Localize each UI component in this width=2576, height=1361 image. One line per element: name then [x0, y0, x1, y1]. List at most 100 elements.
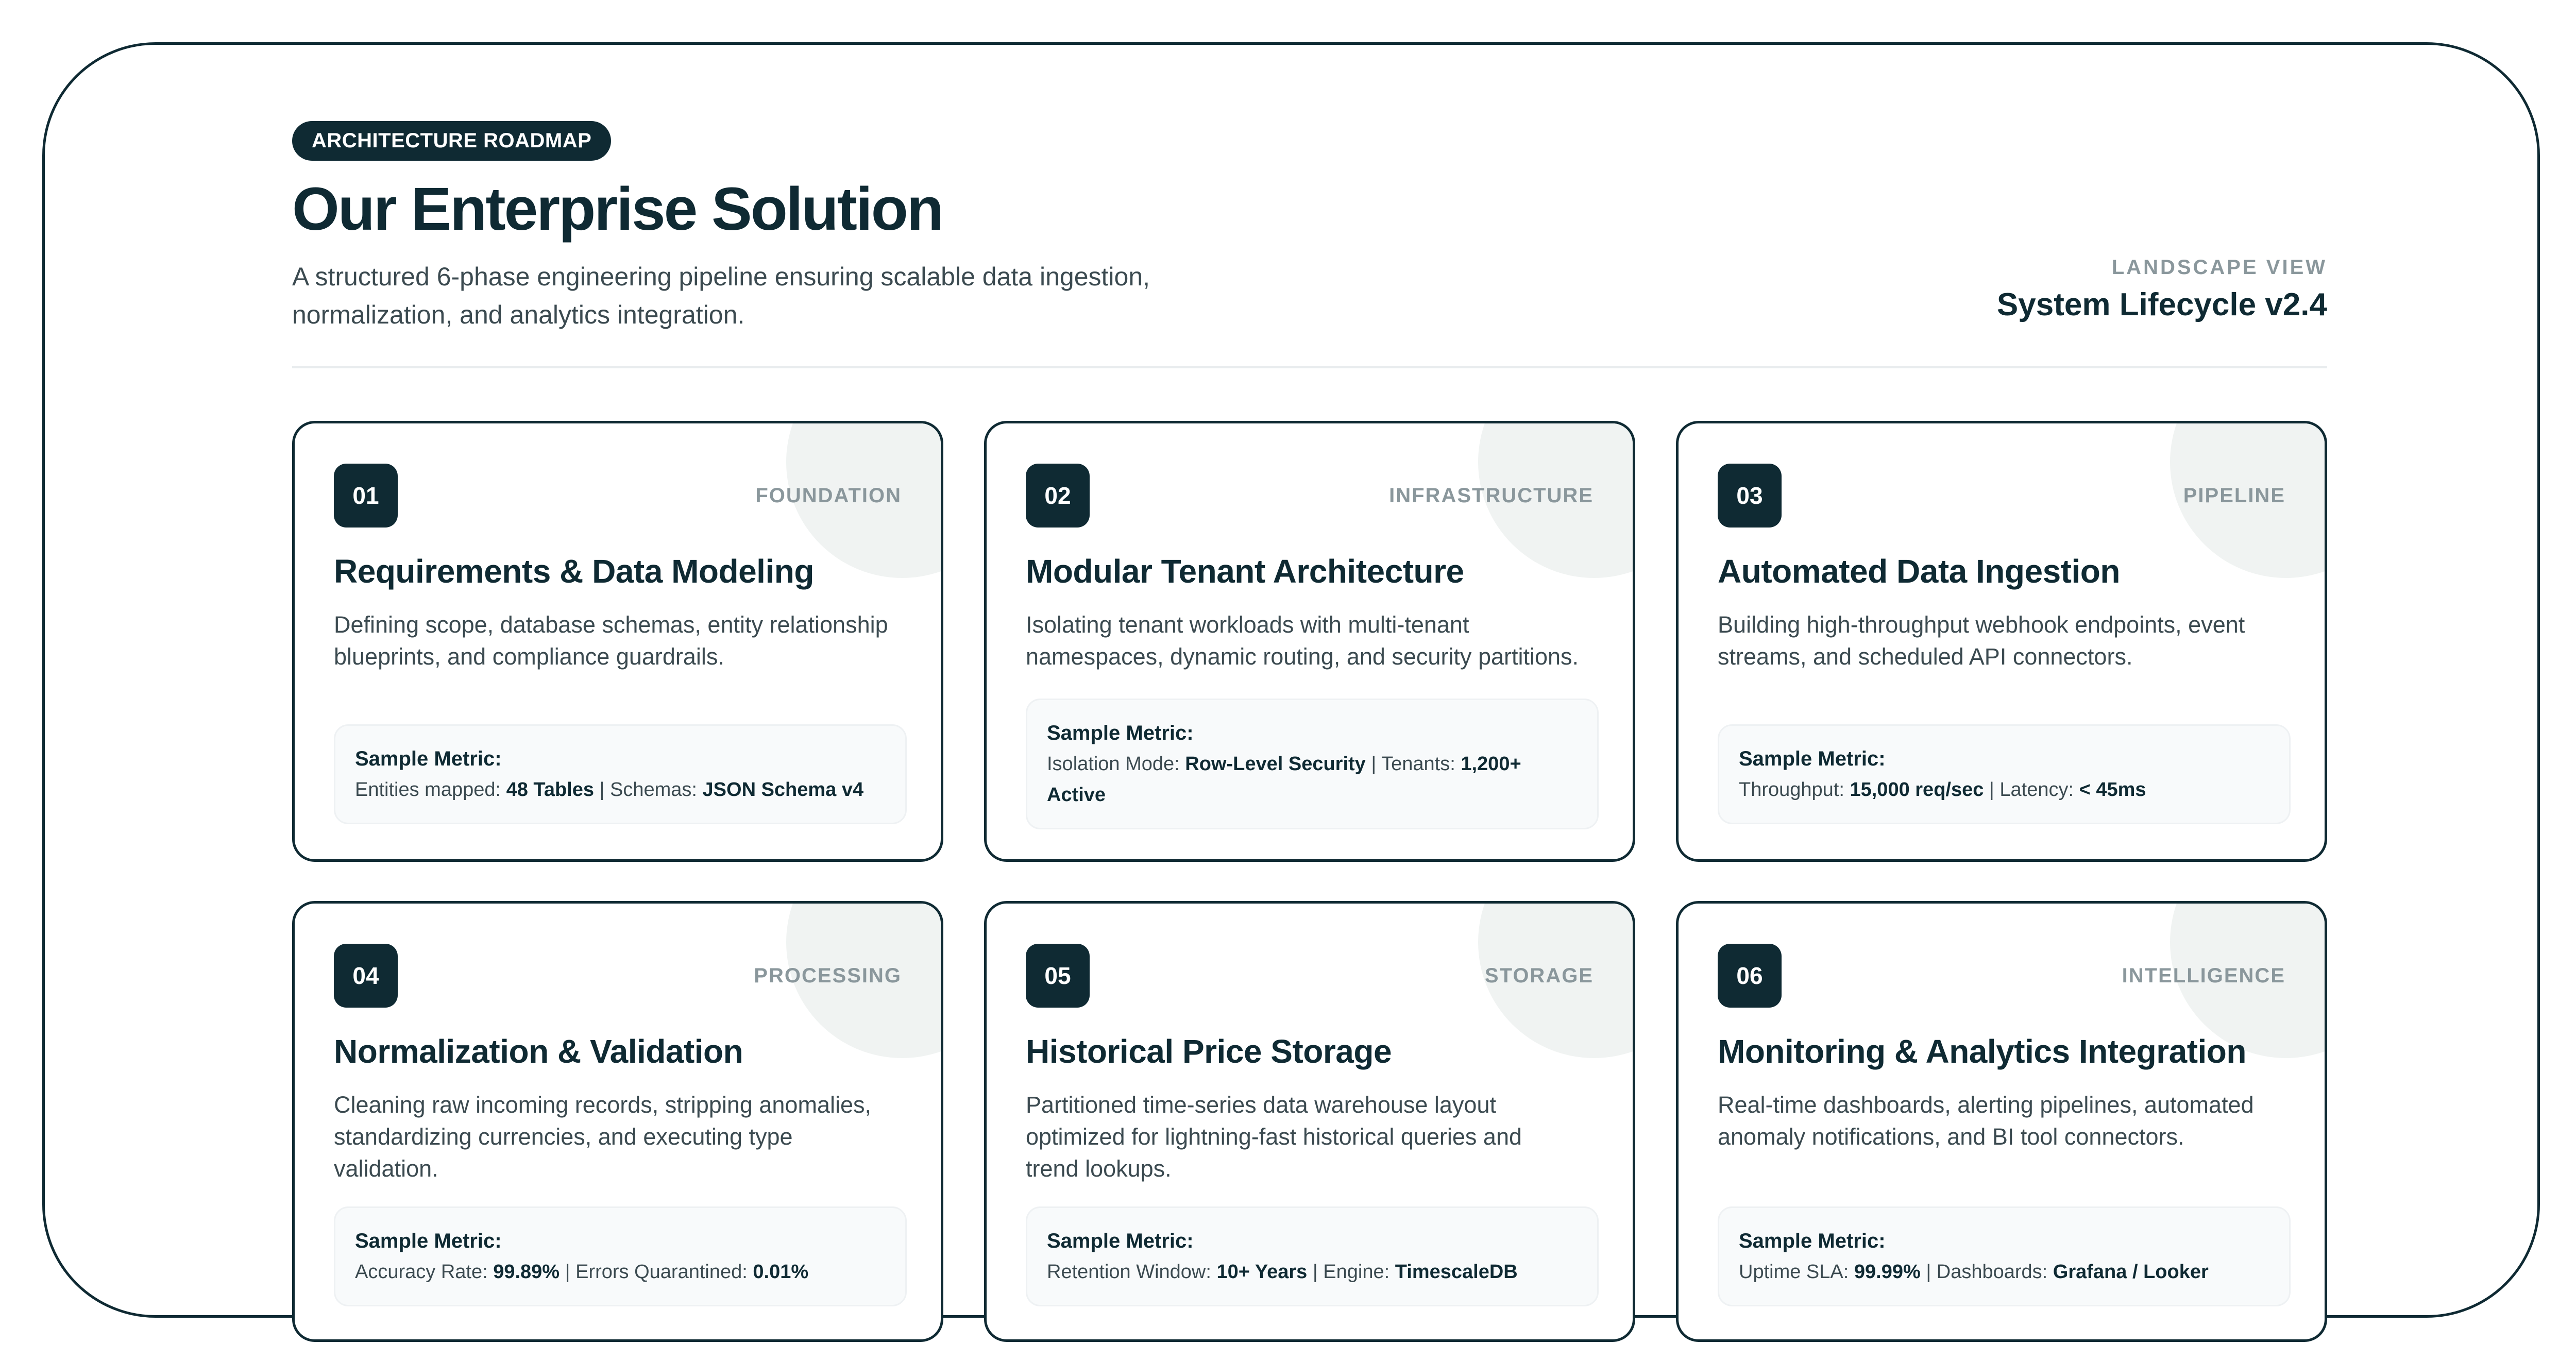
metric-1-label: Retention Window:: [1047, 1261, 1217, 1283]
phase-card-01: 01 FOUNDATION Requirements & Data Modeli…: [292, 421, 943, 862]
sample-metric-box: Sample Metric: Entities mapped: 48 Table…: [334, 724, 907, 824]
phase-card-03: 03 PIPELINE Automated Data Ingestion Bui…: [1676, 421, 2327, 862]
header-divider: [292, 366, 2327, 368]
view-label: LANDSCAPE VIEW: [2111, 256, 2327, 279]
metric-1-value: 99.99%: [1854, 1261, 1921, 1283]
description-line: Partitioned time-series data warehouse l…: [1026, 1092, 1496, 1118]
metric-separator: |: [1984, 779, 2000, 801]
lifecycle-version: System Lifecycle v2.4: [1996, 287, 2327, 322]
phase-number: 02: [1026, 464, 1090, 528]
phase-category: PIPELINE: [2183, 484, 2285, 507]
metric-2-value: < 45ms: [2079, 779, 2146, 801]
metric-1-label: Entities mapped:: [355, 779, 506, 801]
slide-frame: ARCHITECTURE ROADMAP Our Enterprise Solu…: [42, 42, 2540, 1342]
roadmap-badge: ARCHITECTURE ROADMAP: [292, 121, 612, 161]
metric-label: Sample Metric:: [1739, 747, 1886, 770]
metric-1-value: Row-Level Security: [1185, 753, 1366, 775]
description-line: Building high-throughput webhook endpoin…: [1718, 611, 2245, 638]
phase-number: 03: [1718, 464, 1782, 528]
description-line: Real-time dashboards, alerting pipelines…: [1718, 1092, 2254, 1118]
phase-card-04: 04 PROCESSING Normalization & Validation…: [292, 901, 943, 1342]
sample-metric-box: Sample Metric: Throughput: 15,000 req/se…: [1718, 724, 2291, 824]
description-line: streams, and scheduled API connectors.: [1718, 643, 2133, 670]
metric-label: Sample Metric:: [1047, 722, 1194, 744]
metric-1-label: Uptime SLA:: [1739, 1261, 1854, 1283]
description-line: optimized for lightning-fast historical …: [1026, 1124, 1522, 1150]
phase-title: Modular Tenant Architecture: [1026, 553, 1464, 590]
metric-2-label: Tenants:: [1381, 753, 1461, 775]
subtitle-line-1: A structured 6-phase engineering pipelin…: [292, 262, 1150, 291]
metric-separator: |: [560, 1261, 576, 1283]
phase-title: Normalization & Validation: [334, 1033, 743, 1070]
phase-number: 01: [334, 464, 398, 528]
phase-category: INTELLIGENCE: [2122, 964, 2285, 987]
metric-values: Retention Window: 10+ Years | Engine: Ti…: [1047, 1256, 1578, 1287]
phase-number: 06: [1718, 944, 1782, 1008]
phase-number: 04: [334, 944, 398, 1008]
metric-2-label: Engine:: [1323, 1261, 1395, 1283]
subtitle-line-2: normalization, and analytics integration…: [292, 300, 745, 329]
metric-values: Throughput: 15,000 req/sec | Latency: < …: [1739, 774, 2269, 805]
description-line: Cleaning raw incoming records, stripping…: [334, 1092, 871, 1118]
phase-description: Partitioned time-series data warehouse l…: [1026, 1089, 1599, 1185]
metric-1-label: Isolation Mode:: [1047, 753, 1185, 775]
metric-values: Accuracy Rate: 99.89% | Errors Quarantin…: [355, 1256, 886, 1287]
metric-2-value: TimescaleDB: [1395, 1261, 1518, 1283]
page-title: Our Enterprise Solution: [292, 175, 944, 243]
description-line: validation.: [334, 1155, 438, 1182]
phase-title: Historical Price Storage: [1026, 1033, 1392, 1070]
view-info: LANDSCAPE VIEW System Lifecycle v2.4: [1997, 256, 2327, 323]
metric-2-value: Grafana / Looker: [2053, 1261, 2209, 1283]
phase-description: Real-time dashboards, alerting pipelines…: [1718, 1089, 2291, 1153]
description-line: standardizing currencies, and executing …: [334, 1124, 793, 1150]
metric-2-label: Errors Quarantined:: [575, 1261, 753, 1283]
phase-category: INFRASTRUCTURE: [1389, 484, 1594, 507]
metric-1-value: 10+ Years: [1216, 1261, 1308, 1283]
phase-number: 05: [1026, 944, 1090, 1008]
metric-separator: |: [1307, 1261, 1324, 1283]
metric-2-value: 0.01%: [753, 1261, 809, 1283]
metric-values: Isolation Mode: Row-Level Security | Ten…: [1047, 748, 1578, 810]
metric-values: Entities mapped: 48 Tables | Schemas: JS…: [355, 774, 886, 805]
metric-separator: |: [1920, 1261, 1937, 1283]
phase-card-02: 02 INFRASTRUCTURE Modular Tenant Archite…: [984, 421, 1635, 862]
description-line: blueprints, and compliance guardrails.: [334, 643, 724, 670]
phase-title: Monitoring & Analytics Integration: [1718, 1033, 2246, 1070]
sample-metric-box: Sample Metric: Uptime SLA: 99.99% | Dash…: [1718, 1206, 2291, 1306]
description-line: Isolating tenant workloads with multi-te…: [1026, 611, 1469, 638]
sample-metric-box: Sample Metric: Isolation Mode: Row-Level…: [1026, 699, 1599, 829]
metric-2-label: Dashboards:: [1936, 1261, 2053, 1283]
metric-1-label: Throughput:: [1739, 779, 1850, 801]
metric-2-value: JSON Schema v4: [702, 779, 864, 801]
phase-category: PROCESSING: [754, 964, 902, 987]
metric-1-value: 15,000 req/sec: [1850, 779, 1984, 801]
description-line: namespaces, dynamic routing, and securit…: [1026, 643, 1579, 670]
description-line: anomaly notifications, and BI tool conne…: [1718, 1124, 2184, 1150]
phase-card-05: 05 STORAGE Historical Price Storage Part…: [984, 901, 1635, 1342]
metric-label: Sample Metric:: [355, 747, 502, 770]
sample-metric-box: Sample Metric: Accuracy Rate: 99.89% | E…: [334, 1206, 907, 1306]
description-line: Defining scope, database schemas, entity…: [334, 611, 888, 638]
phase-category: STORAGE: [1484, 964, 1594, 987]
phase-description: Defining scope, database schemas, entity…: [334, 609, 907, 673]
page-subtitle: A structured 6-phase engineering pipelin…: [292, 258, 1271, 334]
metric-2-label: Schemas:: [610, 779, 703, 801]
phase-description: Building high-throughput webhook endpoin…: [1718, 609, 2291, 673]
metric-1-value: 48 Tables: [506, 779, 594, 801]
metric-separator: |: [1365, 753, 1382, 775]
metric-label: Sample Metric:: [355, 1230, 502, 1252]
metric-1-value: 99.89%: [493, 1261, 560, 1283]
phase-description: Cleaning raw incoming records, stripping…: [334, 1089, 907, 1185]
description-line: trend lookups.: [1026, 1155, 1172, 1182]
metric-1-label: Accuracy Rate:: [355, 1261, 494, 1283]
phase-title: Requirements & Data Modeling: [334, 553, 814, 590]
sample-metric-box: Sample Metric: Retention Window: 10+ Yea…: [1026, 1206, 1599, 1306]
metric-label: Sample Metric:: [1047, 1230, 1194, 1252]
slide-content: ARCHITECTURE ROADMAP Our Enterprise Solu…: [292, 121, 2327, 1342]
metric-values: Uptime SLA: 99.99% | Dashboards: Grafana…: [1739, 1256, 2269, 1287]
phase-category: FOUNDATION: [755, 484, 902, 507]
phase-card-06: 06 INTELLIGENCE Monitoring & Analytics I…: [1676, 901, 2327, 1342]
metric-separator: |: [594, 779, 610, 801]
phase-title: Automated Data Ingestion: [1718, 553, 2120, 590]
metric-label: Sample Metric:: [1739, 1230, 1886, 1252]
